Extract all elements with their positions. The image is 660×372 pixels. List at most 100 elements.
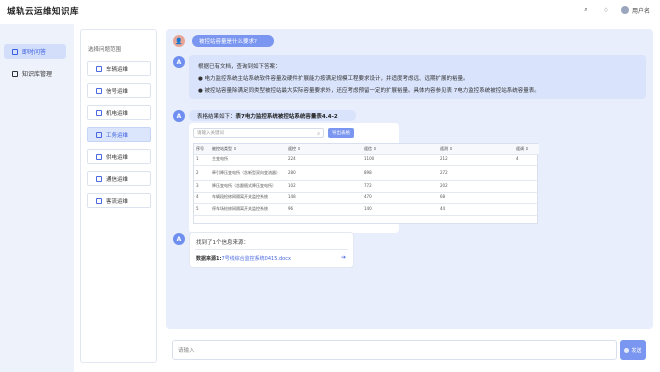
scope-item-track[interactable]: 工务运维 [87, 127, 151, 142]
table-row: 3 降压变电所（含跟随式降压变电所） 102 772 202 [194, 180, 539, 193]
user-menu[interactable]: 用户名 [620, 6, 650, 15]
table-cell: 772 [362, 180, 438, 193]
category-icon [96, 87, 102, 94]
send-label: 发送 [631, 347, 642, 354]
column-header: 序号 [194, 144, 210, 155]
nav-item-label: 即时问答 [22, 49, 47, 56]
scope-item-label: 车辆运维 [106, 66, 129, 73]
table-cell: 102 [286, 180, 362, 193]
table-cell: 44 [438, 203, 514, 216]
user-avatar-icon: 👤 [173, 35, 185, 47]
category-icon [96, 65, 102, 72]
question-bubble: 被控站容量是什么要求? [192, 35, 274, 47]
table-cell: 470 [362, 192, 438, 204]
chat-input-placeholder: 请输入 [178, 348, 195, 354]
search-icon[interactable]: ⌕ [317, 131, 320, 137]
scope-panel: 选择问题范围 车辆运维 信号运维 机电运维 工务运维 供电运维 通信运维 客流运… [80, 29, 157, 363]
table-cell [514, 165, 539, 181]
top-bar: 城轨云运维知识库 ⌕ ♢ 用户名 [0, 0, 660, 24]
table-cell: 主变电所 [210, 154, 286, 166]
column-header[interactable]: 遥调 ⇕ [514, 144, 539, 155]
nav-item-kb-management[interactable]: 知识库管理 [4, 66, 66, 81]
column-header[interactable]: 遥测 ⇕ [438, 144, 514, 155]
answer-intro: 根据已有文档，查询到如下答案： [198, 64, 281, 70]
table-cell: 5 [194, 203, 210, 216]
table-cell: 停车场检修网隔离开关监控系统 [210, 203, 286, 216]
answer-bullet-2: ● 被控站容量除满足同类型被控站最大实际容量要求外，还应考虑预留一定的扩展裕量。… [198, 88, 540, 94]
capacity-table: 序号 被控站类型 ⇕ 遥控 ⇕ 遥信 ⇕ 遥测 ⇕ 遥调 ⇕ 1 主变电所 22… [193, 143, 539, 224]
nav-item-label: 知识库管理 [22, 71, 53, 78]
send-icon [624, 347, 630, 353]
table-cell: 4 [194, 192, 210, 204]
table-cell: 224 [286, 154, 362, 166]
table-cell: 898 [362, 165, 438, 181]
table-answer-header: 表格结果如下： 表7电力监控系统被控站系统容量表4.4-2 [189, 110, 356, 121]
sources-title: 找到了1个信息来源： [196, 240, 249, 246]
column-header[interactable]: 被控站类型 ⇕ [210, 144, 286, 155]
source-link[interactable]: 7号线综合监控系统0415.docx [221, 256, 290, 262]
source-label: 数据来源1: [196, 256, 222, 262]
top-actions: ⌕ ♢ 用户名 [581, 5, 650, 15]
table-row: 5 停车场检修网隔离开关监控系统 96 140 44 [194, 203, 539, 216]
table-title: 表7电力监控系统被控站系统容量表4.4-2 [235, 113, 338, 120]
table-cell: 280 [286, 165, 362, 181]
table-cell: 212 [438, 154, 514, 166]
assistant-avatar-icon: A [173, 56, 185, 68]
search-placeholder: 请输入关键词 [197, 131, 224, 136]
table-cell: 4 [514, 154, 539, 166]
arrow-right-icon[interactable]: ➔ [341, 254, 346, 261]
scope-title: 选择问题范围 [88, 47, 122, 53]
database-icon [12, 70, 18, 77]
search-icon[interactable]: ⌕ [581, 5, 591, 15]
scope-item-power[interactable]: 供电运维 [87, 149, 151, 164]
table-cell: 140 [362, 203, 438, 216]
bell-icon[interactable]: ♢ [601, 5, 611, 15]
category-icon [96, 131, 102, 138]
category-icon [96, 175, 102, 182]
export-table-button[interactable]: 导出表格 [328, 128, 354, 138]
table-answer-prefix: 表格结果如下： [197, 113, 236, 120]
column-header[interactable]: 遥控 ⇕ [286, 144, 362, 155]
table-cell: 148 [286, 192, 362, 204]
chat-icon [12, 48, 18, 55]
source-item[interactable]: 数据来源1:7号线综合监控系统0415.docx [196, 255, 291, 262]
left-nav: 即时问答 知识库管理 [0, 24, 74, 372]
table-cell: 96 [286, 203, 362, 216]
table-cell [514, 180, 539, 193]
scope-item-label: 信号运维 [106, 88, 129, 95]
answer-text-bubble: 根据已有文档，查询到如下答案： ● 电力监控系统主站系统软件容量及硬件扩展能力按… [189, 55, 646, 99]
divider [195, 249, 348, 250]
table-cell: 1100 [362, 154, 438, 166]
scope-item-label: 客流运维 [106, 198, 129, 205]
answer-bullet-1: ● 电力监控系统主站系统软件容量及硬件扩展能力按满足规模工程要求设计，并适度考虑… [198, 76, 469, 82]
table-search-input[interactable]: 请输入关键词 ⌕ [193, 128, 324, 138]
scope-item-communication[interactable]: 通信运维 [87, 171, 151, 186]
table-cell: 车辆段检修网隔离开关监控系统 [210, 192, 286, 204]
assistant-avatar-icon: A [173, 110, 185, 122]
table-header-row: 序号 被控站类型 ⇕ 遥控 ⇕ 遥信 ⇕ 遥测 ⇕ 遥调 ⇕ [194, 144, 539, 155]
scope-item-label: 机电运维 [106, 110, 129, 117]
scope-item-vehicle[interactable]: 车辆运维 [87, 61, 151, 76]
table-cell: 68 [438, 192, 514, 204]
scope-item-electromechanical[interactable]: 机电运维 [87, 105, 151, 120]
nav-item-instant-qa[interactable]: 即时问答 [4, 44, 66, 59]
chat-input[interactable]: 请输入 [172, 340, 617, 360]
table-row: 1 主变电所 224 1100 212 4 [194, 154, 539, 166]
table-cell: 降压变电所（含跟随式降压变电所） [210, 180, 286, 193]
scope-item-passenger-flow[interactable]: 客流运维 [87, 193, 151, 208]
table-cell: 3 [194, 180, 210, 193]
table-row: 2 牵引降压变电所（含新型双向变流器） 280 898 272 [194, 165, 539, 181]
scope-item-label: 供电运维 [106, 154, 129, 161]
table-row: 4 车辆段检修网隔离开关监控系统 148 470 68 [194, 192, 539, 204]
category-icon [96, 109, 102, 116]
table-cell: 272 [438, 165, 514, 181]
scope-item-label: 通信运维 [106, 176, 129, 183]
column-header[interactable]: 遥信 ⇕ [362, 144, 438, 155]
app-title: 城轨云运维知识库 [7, 7, 80, 17]
table-cell: 牵引降压变电所（含新型双向变流器） [210, 165, 286, 181]
send-button[interactable]: 发送 [620, 340, 646, 360]
scope-item-signal[interactable]: 信号运维 [87, 83, 151, 98]
avatar [620, 6, 629, 14]
table-cell: 202 [438, 180, 514, 193]
table-cell [514, 203, 539, 216]
